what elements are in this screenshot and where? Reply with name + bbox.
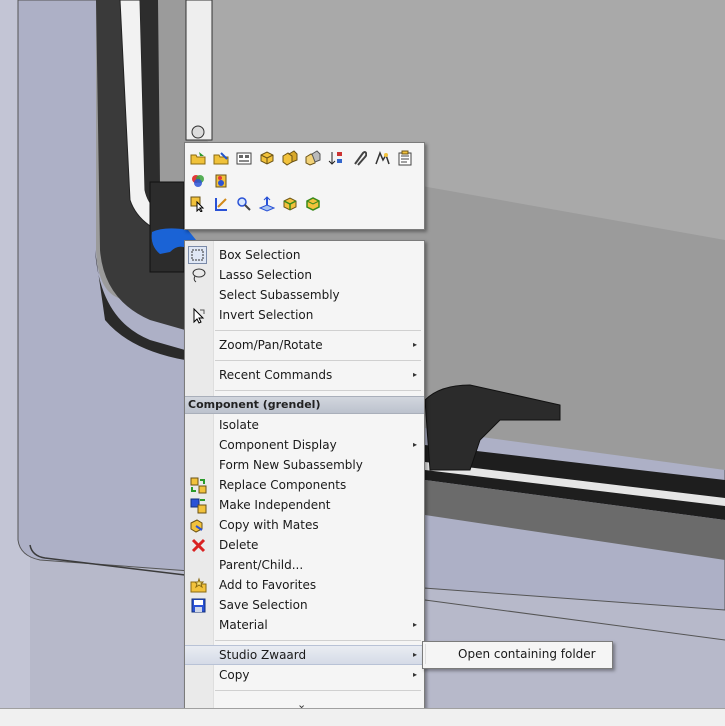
box-selection-icon: [188, 246, 207, 264]
menu-item-replace-components[interactable]: Replace Components: [185, 475, 424, 495]
zoom-to-selection-icon[interactable]: [235, 195, 253, 213]
context-menu: Box Selection Lasso Selection Select Sub…: [184, 240, 425, 718]
copy-with-mates-icon: [190, 517, 207, 534]
menu-item-label: Component Display: [219, 438, 337, 452]
mate-icon[interactable]: [304, 149, 322, 167]
component-properties-icon[interactable]: [235, 149, 253, 167]
section-header-component: Component (grendel): [185, 396, 424, 414]
view-shaded-icon[interactable]: [304, 195, 322, 213]
menu-item-delete[interactable]: Delete: [185, 535, 424, 555]
menu-item-label: Copy with Mates: [219, 518, 319, 532]
replace-components-icon: [190, 477, 207, 494]
menu-item-label: Add to Favorites: [219, 578, 317, 592]
submenu-arrow-icon: ▸: [412, 340, 417, 349]
lasso-selection-icon: [190, 267, 207, 284]
menu-item-label: Zoom/Pan/Rotate: [219, 338, 323, 352]
menu-item-label: Box Selection: [219, 248, 301, 262]
menu-item-label: Lasso Selection: [219, 268, 312, 282]
menu-separator: [215, 390, 421, 391]
submenu-arrow-icon: ▸: [412, 620, 417, 629]
menu-item-label: Invert Selection: [219, 308, 314, 322]
menu-item-zoom-pan-rotate[interactable]: Zoom/Pan/Rotate ▸: [185, 335, 424, 355]
menu-item-label: Studio Zwaard: [219, 648, 307, 662]
menu-item-form-new-subassembly[interactable]: Form New Subassembly: [185, 455, 424, 475]
menu-separator: [215, 360, 421, 361]
save-selection-icon: [190, 597, 207, 614]
make-independent-icon: [190, 497, 207, 514]
properties-icon[interactable]: [396, 149, 414, 167]
sort-icon[interactable]: [327, 149, 345, 167]
attach-icon[interactable]: [350, 149, 368, 167]
change-transparency-icon[interactable]: [281, 149, 299, 167]
submenu-arrow-icon: ▸: [412, 440, 417, 449]
menu-item-label: Isolate: [219, 418, 259, 432]
menu-item-label: Make Independent: [219, 498, 331, 512]
menu-item-isolate[interactable]: Isolate: [185, 415, 424, 435]
submenu-item-open-containing-folder[interactable]: Open containing folder: [425, 644, 609, 664]
menu-item-copy-with-mates[interactable]: Copy with Mates: [185, 515, 424, 535]
invert-selection-icon: [190, 307, 207, 324]
menu-item-make-independent[interactable]: Make Independent: [185, 495, 424, 515]
menu-separator: [215, 690, 421, 691]
section-header-label: Component (grendel): [188, 398, 321, 411]
menu-item-studio-zwaard[interactable]: Studio Zwaard ▸: [185, 645, 424, 665]
menu-item-material[interactable]: Material ▸: [185, 615, 424, 635]
context-toolbar: [184, 142, 425, 230]
normal-to-icon[interactable]: [258, 195, 276, 213]
menu-item-save-selection[interactable]: Save Selection: [185, 595, 424, 615]
menu-item-box-selection[interactable]: Box Selection: [185, 245, 424, 265]
menu-item-lasso-selection[interactable]: Lasso Selection: [185, 265, 424, 285]
color-palette-icon[interactable]: [212, 172, 230, 190]
menu-separator: [215, 640, 421, 641]
status-bar: [0, 708, 725, 726]
submenu-arrow-icon: ▸: [412, 650, 417, 659]
submenu-arrow-icon: ▸: [412, 670, 417, 679]
menu-item-label: Replace Components: [219, 478, 347, 492]
menu-item-invert-selection[interactable]: Invert Selection: [185, 305, 424, 325]
menu-item-select-subassembly[interactable]: Select Subassembly: [185, 285, 424, 305]
menu-item-label: Form New Subassembly: [219, 458, 363, 472]
menu-item-copy[interactable]: Copy ▸: [185, 665, 424, 685]
menu-item-label: Delete: [219, 538, 259, 552]
menu-item-label: Recent Commands: [219, 368, 333, 382]
submenu-arrow-icon: ▸: [412, 370, 417, 379]
menu-item-label: Select Subassembly: [219, 288, 340, 302]
view-orientation-icon[interactable]: [281, 195, 299, 213]
menu-item-add-to-favorites[interactable]: Add to Favorites: [185, 575, 424, 595]
smart-mate-icon[interactable]: [373, 149, 391, 167]
menu-item-label: Save Selection: [219, 598, 308, 612]
edit-part-icon[interactable]: [212, 149, 230, 167]
menu-separator: [215, 330, 421, 331]
add-to-favorites-icon: [190, 577, 207, 594]
delete-icon: [190, 537, 207, 554]
submenu-item-label: Open containing folder: [458, 647, 596, 661]
hide-component-icon[interactable]: [258, 149, 276, 167]
menu-item-label: Copy: [219, 668, 250, 682]
menu-item-label: Parent/Child...: [219, 558, 304, 572]
menu-item-component-display[interactable]: Component Display ▸: [185, 435, 424, 455]
appearance-icon[interactable]: [189, 172, 207, 190]
select-icon[interactable]: [189, 195, 207, 213]
sketch-icon[interactable]: [212, 195, 230, 213]
menu-item-label: Material: [219, 618, 268, 632]
studio-zwaard-submenu: Open containing folder: [422, 641, 613, 669]
open-part-icon[interactable]: [189, 149, 207, 167]
menu-item-parent-child[interactable]: Parent/Child...: [185, 555, 424, 575]
menu-item-recent-commands[interactable]: Recent Commands ▸: [185, 365, 424, 385]
